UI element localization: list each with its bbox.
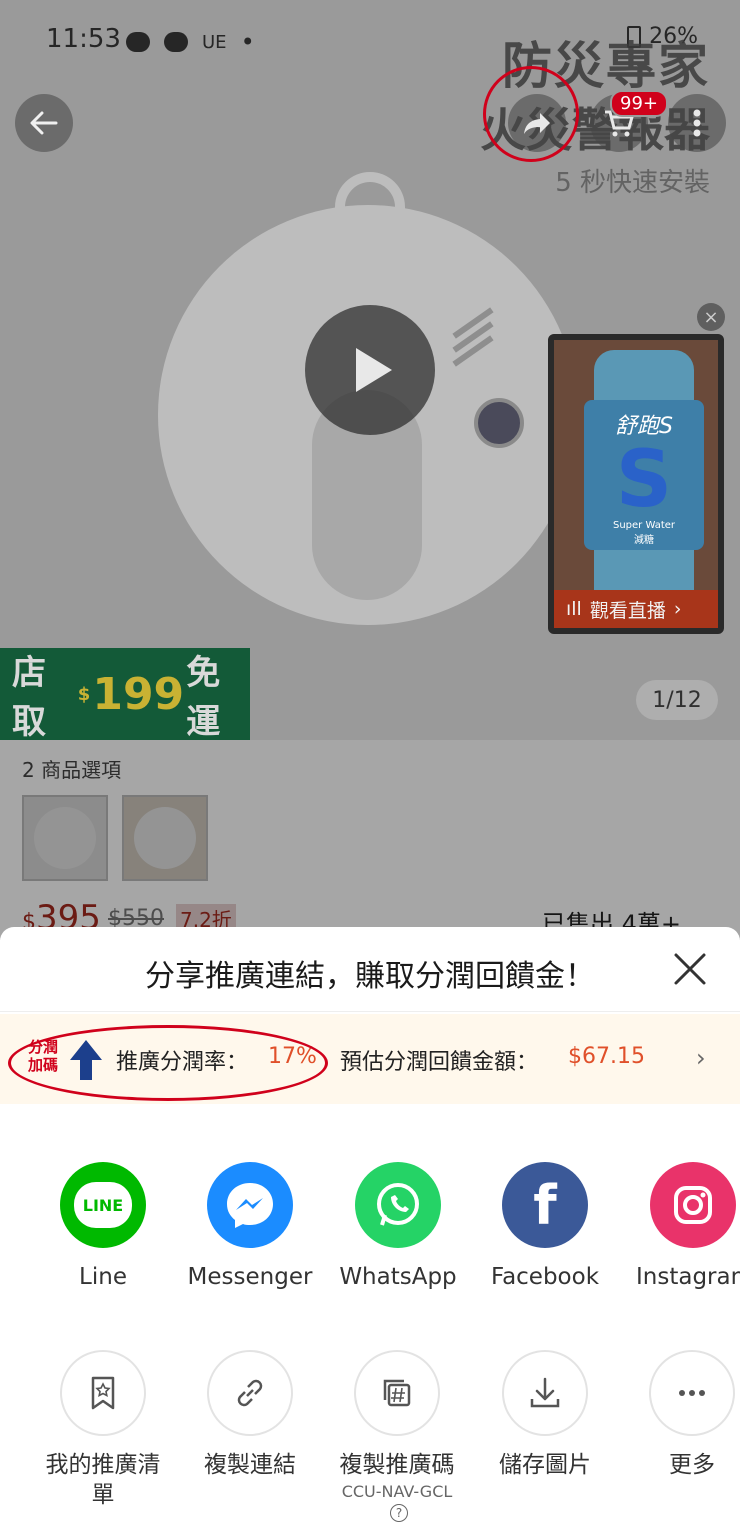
live-bars-icon: ıll	[566, 598, 582, 620]
bottle-note: 減糖	[634, 535, 654, 546]
detector-badge	[474, 398, 524, 448]
play-icon	[356, 348, 392, 392]
copy-hash-icon	[354, 1350, 440, 1436]
line-icon	[164, 32, 188, 52]
live-close-button[interactable]: ×	[697, 303, 725, 331]
divider	[0, 1011, 740, 1012]
chevron-right-icon: ›	[673, 598, 682, 620]
image-page-indicator: 1/12	[636, 680, 718, 720]
promo-amount: 199	[92, 668, 185, 720]
save-image-button[interactable]: 儲存圖片	[470, 1350, 620, 1480]
share-whatsapp-button[interactable]: WhatsApp	[328, 1162, 468, 1290]
watermark-line3: 5 秒快速安裝	[555, 168, 710, 198]
promo-suffix: 免運	[186, 653, 221, 740]
promo-currency: $	[77, 683, 91, 705]
save-image-label: 儲存圖片	[499, 1452, 591, 1478]
share-instagram-label: Instagran	[636, 1264, 740, 1290]
download-icon	[502, 1350, 588, 1436]
share-sheet: 分享推廣連結，賺取分潤回饋金！ 分潤 加碼 推廣分潤率： 17% 預估分潤回饋金…	[0, 927, 740, 1537]
watch-live-button[interactable]: ıll 觀看直播 ›	[554, 590, 718, 628]
instagram-app-icon	[650, 1162, 736, 1248]
link-icon	[207, 1350, 293, 1436]
arrow-left-icon	[30, 111, 58, 135]
share-sheet-title: 分享推廣連結，賺取分潤回饋金！	[145, 959, 595, 994]
bookmark-star-icon	[60, 1350, 146, 1436]
share-instagram-button[interactable]: Instagran	[623, 1162, 740, 1290]
close-icon	[674, 953, 706, 985]
more-share-button[interactable]: 更多	[617, 1350, 740, 1480]
live-stream-pip[interactable]: 舒跑S S Super Water 減糖 ıll 觀看直播 ›	[548, 334, 724, 634]
help-icon[interactable]: ?	[390, 1504, 408, 1522]
dot-icon: •	[240, 28, 255, 56]
more-share-label: 更多	[669, 1452, 715, 1478]
line-app-icon: LINE	[60, 1162, 146, 1248]
promo-code-value: CCU-NAV-GCL?	[341, 1482, 453, 1522]
commission-estimate-value: $67.15	[568, 1044, 645, 1069]
share-line-label: Line	[79, 1264, 127, 1290]
detector-vent	[450, 307, 500, 380]
ue-text: UE	[202, 31, 227, 53]
share-facebook-label: Facebook	[490, 1264, 600, 1290]
share-actions-row: 我的推廣清單 複製連結 複製推廣碼 CCU-NAV-GCL? 儲存圖片 更多	[0, 1350, 740, 1530]
close-button[interactable]	[670, 949, 710, 989]
share-messenger-button[interactable]: Messenger	[180, 1162, 320, 1290]
product-image-carousel[interactable]: 11:53 UE • 26% 防災專家 火災警報器 5 秒快速安裝	[0, 0, 740, 740]
copy-promo-code-button[interactable]: 複製推廣碼 CCU-NAV-GCL?	[322, 1350, 472, 1522]
more-vertical-icon	[693, 109, 701, 137]
cart-badge: 99+	[610, 90, 668, 117]
facebook-app-icon: f	[502, 1162, 588, 1248]
share-apps-row: LINE Line Messenger WhatsApp f Facebook	[0, 1162, 740, 1302]
share-facebook-button[interactable]: f Facebook	[475, 1162, 615, 1290]
chevron-right-icon: ›	[696, 1044, 706, 1072]
dim-overlay[interactable]	[0, 740, 740, 940]
commission-highlight-ellipse	[8, 1025, 328, 1101]
my-promo-list-label: 我的推廣清單	[45, 1452, 161, 1508]
share-highlight-circle	[483, 66, 579, 162]
more-options-button[interactable]	[668, 94, 726, 152]
bottle-logo-s: S	[615, 435, 673, 525]
more-horizontal-icon	[649, 1350, 735, 1436]
copy-link-label: 複製連結	[204, 1452, 296, 1478]
watch-live-label: 觀看直播	[589, 599, 666, 622]
my-promo-list-button[interactable]: 我的推廣清單	[28, 1350, 178, 1510]
copy-promo-code-label: 複製推廣碼	[339, 1452, 455, 1478]
share-line-button[interactable]: LINE Line	[33, 1162, 173, 1290]
status-icons: UE •	[126, 28, 255, 56]
status-time: 11:53	[46, 24, 121, 54]
share-whatsapp-label: WhatsApp	[339, 1264, 457, 1290]
back-button[interactable]	[15, 94, 73, 152]
play-video-button[interactable]	[305, 305, 435, 435]
pickup-free-shipping-banner: 店取 $ 199 免運	[0, 648, 250, 740]
messenger-app-icon	[207, 1162, 293, 1248]
chat-icon	[126, 32, 150, 52]
share-messenger-label: Messenger	[187, 1264, 313, 1290]
copy-link-button[interactable]: 複製連結	[175, 1350, 325, 1480]
bottle-label: 舒跑S S Super Water 減糖	[584, 400, 704, 550]
whatsapp-app-icon	[355, 1162, 441, 1248]
bottle-sub: Super Water	[612, 520, 676, 531]
commission-estimate-label: 預估分潤回饋金額：	[340, 1050, 539, 1075]
promo-prefix: 店取	[12, 653, 46, 740]
